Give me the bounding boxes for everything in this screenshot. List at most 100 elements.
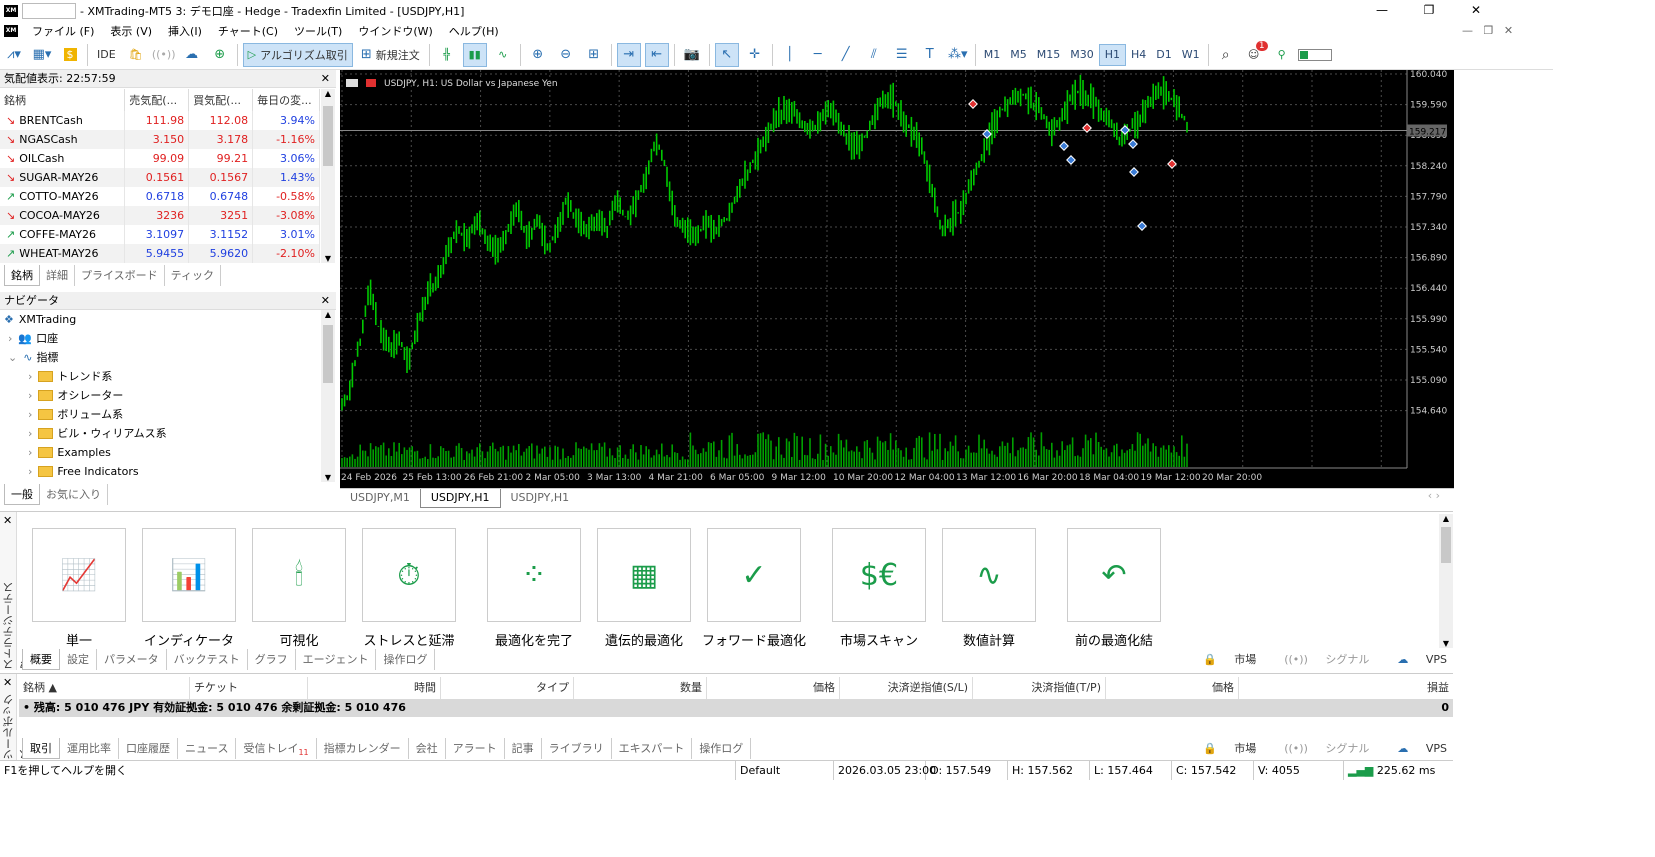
col-change[interactable]: 毎日の変... [252, 89, 320, 111]
candlestick-icon[interactable]: ▮▮ [462, 42, 487, 67]
menu-insert[interactable]: 挿入(I) [160, 23, 210, 39]
status-profile[interactable]: Default [736, 761, 834, 780]
nav-folder[interactable]: › ビル・ウィリアムス系 [28, 424, 167, 443]
bar-chart-icon[interactable]: ╬ [435, 43, 459, 67]
close-icon[interactable]: ✕ [3, 514, 12, 527]
col-ticket[interactable]: チケット [190, 677, 308, 699]
new-order-button[interactable]: ⊞ 新規注文 [357, 43, 424, 67]
tbx-tab-history[interactable]: 口座履歴 [119, 738, 178, 760]
crosshair-icon[interactable]: ✛ [743, 43, 767, 67]
chart-tab-nav[interactable]: ‹ › [1428, 489, 1440, 502]
tf-m30[interactable]: M30 [1065, 44, 1099, 66]
nav-root[interactable]: ❖ XMTrading [4, 310, 76, 329]
col-price2[interactable]: 価格 [1106, 677, 1239, 699]
tbx-tab-alerts[interactable]: アラート [446, 738, 505, 760]
level-icon[interactable]: ⚲ [1270, 43, 1294, 67]
chart-type-icon[interactable]: ⩘▾ [2, 43, 26, 67]
menu-chart[interactable]: チャート(C) [210, 23, 286, 39]
tf-m5[interactable]: M5 [1005, 44, 1032, 66]
market-watch-scrollbar[interactable]: ▲ ▼ [321, 89, 335, 263]
menu-tools[interactable]: ツール(T) [286, 23, 350, 39]
zoom-in-icon[interactable]: ⊕ [526, 43, 550, 67]
tab-details[interactable]: 詳細 [40, 265, 75, 286]
tbx-tab-mailbox[interactable]: 受信トレイ11 [236, 738, 317, 760]
tf-h1[interactable]: H1 [1098, 43, 1126, 66]
close-icon[interactable]: ✕ [321, 70, 330, 88]
line-chart-icon[interactable]: ∿ [491, 43, 515, 67]
col-price[interactable]: 価格 [707, 677, 840, 699]
market-icon[interactable]: 🛍 [124, 43, 148, 67]
nav-folder[interactable]: › Free Indicators [28, 462, 139, 481]
nav-indicators[interactable]: ⌄ ∿ 指標 [8, 348, 58, 367]
navigator-scrollbar[interactable]: ▲ ▼ [321, 310, 335, 482]
tbx-tab-library[interactable]: ライブラリ [542, 738, 612, 760]
tester-tab-overview[interactable]: 概要 [22, 649, 60, 670]
tester-mode-button[interactable]: 🕯 [252, 528, 346, 622]
col-tp[interactable]: 決済指値(T/P) [973, 677, 1106, 699]
menu-view[interactable]: 表示 (V) [102, 23, 160, 39]
nav-folder[interactable]: › トレンド系 [28, 367, 112, 386]
text-icon[interactable]: T [918, 43, 942, 67]
balance-row[interactable]: • 残高: 5 010 476 JPY 有効証拠金: 5 010 476 余剰証… [19, 699, 1453, 717]
signals-link[interactable]: ((•)) シグナル [1270, 651, 1369, 667]
market-link[interactable]: 🔒 市場 [1189, 651, 1256, 667]
market-link[interactable]: 🔒 市場 [1189, 740, 1256, 756]
autoscroll-icon[interactable]: ⇥ [616, 42, 641, 67]
tbx-tab-experts[interactable]: エキスパート [612, 738, 693, 760]
tester-tab-graph[interactable]: グラフ [248, 649, 296, 670]
tester-mode-button[interactable]: ∿ [942, 528, 1036, 622]
market-watch-row[interactable]: ↗ COFFE-MAY26 3.1097 3.1152 3.01% [0, 225, 320, 244]
market-watch-row[interactable]: ↘ SUGAR-MAY26 0.1561 0.1567 1.43% [0, 168, 320, 187]
tester-mode-button[interactable]: ⁘ [487, 528, 581, 622]
chart-tab-m1[interactable]: USDJPY,M1 [340, 489, 420, 508]
chart-tab-h1-2[interactable]: USDJPY,H1 [501, 489, 580, 508]
market-watch-row[interactable]: ↗ COTTO-MAY26 0.6718 0.6748 -0.58% [0, 187, 320, 206]
tester-mode-button[interactable]: ✓ [707, 528, 801, 622]
tab-symbols[interactable]: 銘柄 [4, 265, 40, 286]
horizontal-line-icon[interactable]: ─ [806, 43, 830, 67]
chart-tab-h1[interactable]: USDJPY,H1 [419, 489, 501, 508]
signals-icon[interactable]: ((•)) [152, 43, 176, 67]
tester-mode-button[interactable]: ⏱ [362, 528, 456, 622]
tester-tab-backtest[interactable]: バックテスト [167, 649, 248, 670]
menu-help[interactable]: ヘルプ(H) [441, 23, 507, 39]
vertical-line-icon[interactable]: │ [778, 43, 802, 67]
market-watch-row[interactable]: ↘ NGASCash 3.150 3.178 -1.16% [0, 130, 320, 149]
tbx-tab-exposure[interactable]: 運用比率 [60, 738, 119, 760]
chart-canvas[interactable]: 160.040159.590158.690158.240157.790157.3… [340, 70, 1454, 488]
tile-icon[interactable]: ⊞ [582, 43, 606, 67]
close-icon[interactable]: ✕ [3, 676, 12, 689]
tf-m15[interactable]: M15 [1032, 44, 1066, 66]
fibonacci-icon[interactable]: ☰ [890, 43, 914, 67]
tf-d1[interactable]: D1 [1151, 44, 1176, 66]
tester-tab-params[interactable]: パラメータ [97, 649, 167, 670]
tab-general[interactable]: 一般 [4, 484, 40, 505]
channel-icon[interactable]: ⫽ [862, 43, 886, 67]
tester-tab-agents[interactable]: エージェント [296, 649, 377, 670]
cursor-icon[interactable]: ↖ [714, 42, 739, 67]
menu-file[interactable]: ファイル (F) [24, 23, 102, 39]
market-watch-row[interactable]: ↘ COCOA-MAY26 3236 3251 -3.08% [0, 206, 320, 225]
market-watch-row[interactable]: ↗ WHEAT-MAY26 5.9455 5.9620 -2.10% [0, 244, 320, 263]
tf-h4[interactable]: H4 [1126, 44, 1151, 66]
tbx-tab-journal[interactable]: 操作ログ [692, 738, 752, 760]
tester-mode-button[interactable]: ▦ [597, 528, 691, 622]
nav-folder[interactable]: › Examples [28, 443, 111, 462]
nav-folder[interactable]: › オシレーター [28, 386, 123, 405]
trading-icon[interactable]: $ [58, 43, 82, 67]
col-bid[interactable]: 売気配(... [124, 89, 190, 111]
tab-price-board[interactable]: プライスボード [75, 265, 165, 286]
tbx-tab-articles[interactable]: 記事 [505, 738, 542, 760]
ide-button[interactable]: IDE [93, 43, 120, 67]
menu-window[interactable]: ウインドウ(W) [350, 23, 440, 39]
add-icon[interactable]: ⊕ [208, 43, 232, 67]
tbx-tab-news[interactable]: ニュース [178, 738, 237, 760]
vps-link[interactable]: ☁ VPS [1383, 653, 1447, 666]
col-symbol[interactable]: 銘柄 [0, 89, 126, 111]
tester-mode-button[interactable]: $€ [832, 528, 926, 622]
maximize-button[interactable]: ❐ [1406, 0, 1452, 21]
zoom-out-icon[interactable]: ⊖ [554, 43, 578, 67]
col-sl[interactable]: 決済逆指値(S/L) [840, 677, 973, 699]
tab-ticks[interactable]: ティック [165, 265, 222, 286]
minimize-button[interactable]: — [1359, 0, 1405, 21]
